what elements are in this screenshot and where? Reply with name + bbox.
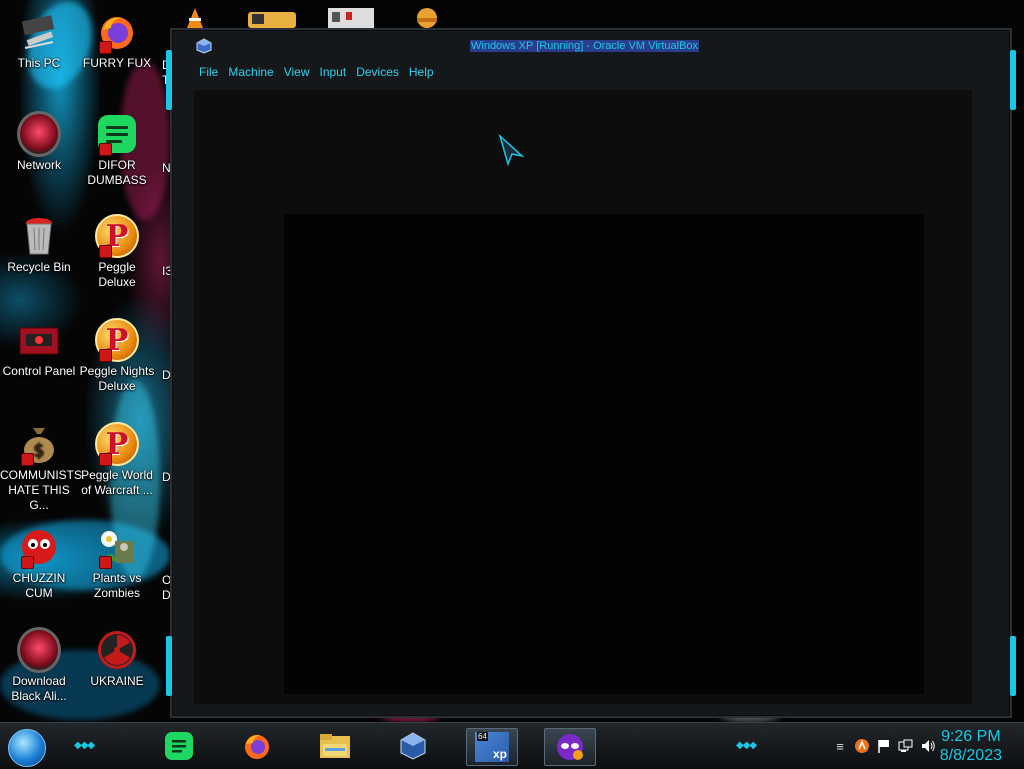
desktop-icon-label: Download Black Ali... [11, 674, 67, 703]
folder-icon [320, 734, 350, 758]
chevrons-decoration: ◆◆◆ [736, 740, 757, 751]
chuzzle-icon [17, 525, 61, 569]
desktop-icon-label: DIFOR DUMBASS [87, 158, 147, 187]
taskbar: ◆◆◆ 64 xp ◆◆◆ ≡ 9:26 PM 8/8/2023 [0, 722, 1024, 769]
menu-file[interactable]: File [194, 64, 223, 82]
menu-input[interactable]: Input [315, 64, 352, 82]
desktop-icon-label: Network [16, 158, 61, 172]
overflow-bars-icon[interactable]: ≡ [832, 738, 848, 754]
windows-xp-icon: 64 xp [475, 732, 509, 762]
virtualbox-icon [400, 732, 426, 760]
desktop-icon-label: Recycle Bin [7, 260, 71, 274]
virtualbox-icon[interactable] [196, 38, 212, 54]
flag-icon[interactable] [876, 738, 892, 754]
desktop-icon-label: COMMUNISTS HATE THIS G... [0, 468, 82, 512]
money-bag-icon: $ [17, 422, 61, 466]
desktop-icon-ukraine[interactable]: UKRAINE [78, 628, 156, 689]
desktop-icon-peggle-nights[interactable]: P Peggle Nights Deluxe [78, 318, 156, 394]
desktop-icon-network[interactable]: Network [0, 111, 78, 173]
desktop-icon-label: Peggle Deluxe [98, 260, 136, 289]
desktop-icon-label: FURRY FUX [82, 56, 152, 70]
avast-icon[interactable] [854, 738, 870, 754]
desktop-icon-communists[interactable]: $ COMMUNISTS HATE THIS G... [0, 422, 82, 513]
window-title: Windows XP [Running] - Oracle VM Virtual… [470, 40, 700, 52]
menu-bar: File Machine View Input Devices Help [194, 64, 439, 82]
control-panel-icon [17, 318, 61, 362]
clock-date: 8/8/2023 [939, 747, 1002, 764]
taskbar-clock[interactable]: 9:26 PM 8/8/2023 [940, 727, 1002, 765]
menu-machine[interactable]: Machine [223, 64, 278, 82]
frame-accent [166, 636, 172, 696]
taskbar-virtualbox[interactable] [388, 728, 438, 764]
peggle-icon: P [95, 318, 139, 362]
frame-accent [1010, 50, 1016, 110]
vm-display-area[interactable] [194, 90, 972, 704]
menu-devices[interactable]: Devices [351, 64, 404, 82]
svg-text:$: $ [33, 440, 44, 461]
desktop-icon-peggle-deluxe[interactable]: P Peggle Deluxe [78, 214, 156, 290]
guest-screen[interactable] [284, 214, 924, 694]
desktop-icon-label: Control Panel [2, 364, 76, 378]
system-tray: ≡ [832, 735, 936, 757]
taskbar-windows-xp-vm[interactable]: 64 xp [466, 728, 518, 766]
clock-time: 9:26 PM [941, 728, 1001, 745]
taskbar-file-explorer[interactable] [310, 728, 360, 764]
radiation-icon [95, 628, 139, 672]
virtualbox-window[interactable]: Windows XP [Running] - Oracle VM Virtual… [166, 28, 1016, 718]
firefox-icon [95, 10, 139, 54]
desktop-icon-this-pc[interactable]: This PC [0, 10, 78, 71]
desktop-icon-label: Plants vs Zombies [92, 571, 142, 600]
desktop-icon-control-panel[interactable]: Control Panel [0, 318, 78, 379]
menu-help[interactable]: Help [404, 64, 439, 82]
desktop-icon-label: Peggle Nights Deluxe [79, 364, 155, 393]
desktop-icon-label: CHUZZIN CUM [12, 571, 66, 600]
desktop-icon-label: Peggle World of Warcraft ... [81, 468, 153, 497]
download-orb-icon [17, 627, 61, 673]
desktop-icon-download-black[interactable]: Download Black Ali... [0, 627, 78, 704]
taskbar-game-app[interactable] [544, 728, 596, 766]
desktop-icon-label: This PC [17, 56, 61, 70]
desktop-icon-label: UKRAINE [90, 674, 144, 688]
spotify-icon [165, 732, 193, 760]
mask-icon [557, 734, 583, 760]
network-icon [17, 111, 61, 157]
peggle-icon: P [95, 214, 139, 258]
chevrons-decoration: ◆◆◆ [74, 740, 95, 751]
menu-view[interactable]: View [279, 64, 315, 82]
window-titlebar[interactable]: Windows XP [Running] - Oracle VM Virtual… [172, 30, 1010, 60]
desktop-icon-furry-fux[interactable]: FURRY FUX [78, 10, 156, 71]
start-button[interactable] [8, 729, 46, 767]
mouse-cursor-icon [498, 133, 526, 167]
desktop-icon-peggle-wow[interactable]: P Peggle World of Warcraft ... [78, 422, 156, 498]
peggle-icon: P [95, 422, 139, 466]
xp-badge-top: 64 [477, 732, 488, 741]
plants-vs-zombies-icon [95, 525, 139, 569]
this-pc-icon [17, 10, 61, 54]
desktop-icon-chuzzin[interactable]: CHUZZIN CUM [0, 525, 78, 601]
taskbar-spotify[interactable] [154, 728, 204, 764]
xp-badge-text: xp [492, 747, 507, 761]
taskbar-firefox[interactable] [232, 728, 282, 764]
desktop-icon-recycle-bin[interactable]: Recycle Bin [0, 214, 78, 275]
recycle-bin-icon [17, 214, 61, 258]
spotify-icon [95, 112, 139, 156]
desktop-icon-plants-vs-zombies[interactable]: Plants vs Zombies [78, 525, 156, 601]
network-icon[interactable] [898, 738, 914, 754]
desktop-icon-difor-dumbass[interactable]: DIFOR DUMBASS [78, 112, 156, 188]
firefox-icon [245, 734, 269, 759]
volume-icon[interactable] [920, 738, 936, 754]
frame-accent [1010, 636, 1016, 696]
